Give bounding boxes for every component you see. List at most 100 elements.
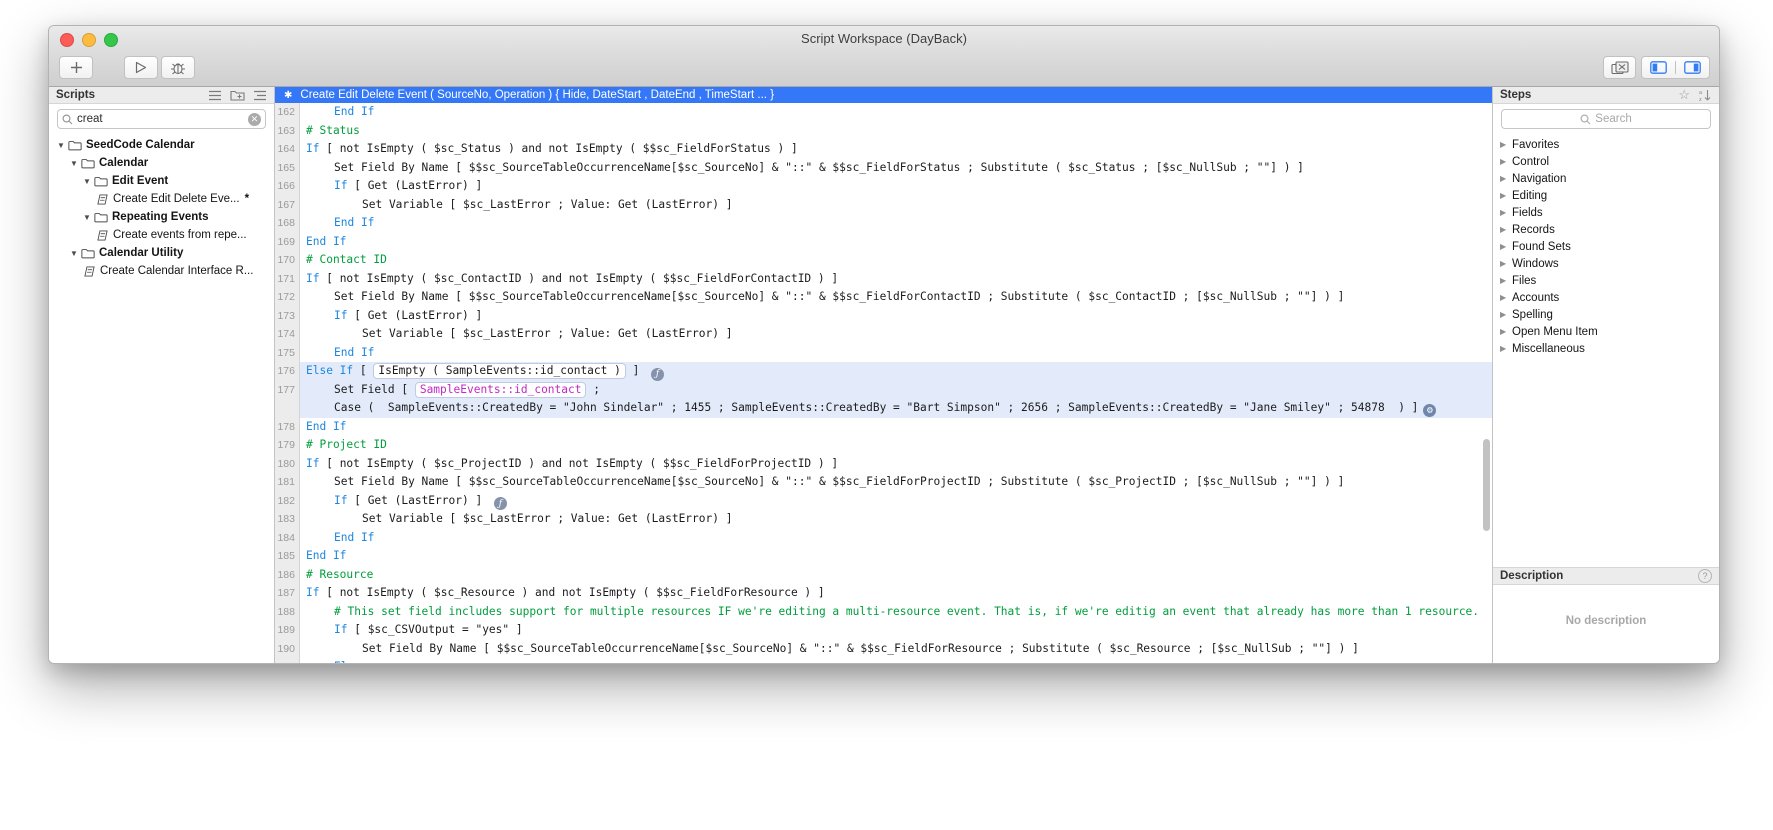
code-line[interactable]: Case ( SampleEvents::CreatedBy = "John S… [275, 399, 1492, 418]
steps-category-miscellaneous[interactable]: ▶Miscellaneous [1493, 340, 1719, 357]
code-line[interactable]: 172Set Field By Name [ $$sc_SourceTableO… [275, 288, 1492, 307]
code-line[interactable]: 179# Project ID [275, 436, 1492, 455]
steps-category-spelling[interactable]: ▶Spelling [1493, 306, 1719, 323]
steps-search-input[interactable]: Search [1501, 109, 1711, 129]
fx-calculation-icon[interactable]: ƒ [651, 368, 664, 381]
disclosure-triangle-icon[interactable]: ▼ [83, 177, 94, 186]
debug-script-button[interactable] [161, 56, 195, 79]
code-line[interactable]: 176Else If [ IsEmpty ( SampleEvents::id_… [275, 362, 1492, 381]
disclosure-triangle-icon[interactable]: ▶ [1500, 327, 1512, 336]
code-line[interactable]: 171If [ not IsEmpty ( $sc_ContactID ) an… [275, 270, 1492, 289]
tree-folder-item[interactable]: ▼SeedCode Calendar [49, 136, 274, 154]
code-line[interactable]: 191Else [275, 658, 1492, 663]
steps-category-fields[interactable]: ▶Fields [1493, 204, 1719, 221]
steps-category-navigation[interactable]: ▶Navigation [1493, 170, 1719, 187]
scripts-search-input[interactable]: creat ✕ [57, 109, 266, 129]
code-line[interactable]: 170# Contact ID [275, 251, 1492, 270]
disclosure-triangle-icon[interactable]: ▶ [1500, 225, 1512, 234]
script-tab[interactable]: ✱ Create Edit Delete Event ( SourceNo, O… [275, 87, 1492, 103]
disclosure-triangle-icon[interactable]: ▶ [1500, 276, 1512, 285]
code-line[interactable]: 187If [ not IsEmpty ( $sc_Resource ) and… [275, 584, 1492, 603]
toggle-right-pane-button[interactable] [1675, 61, 1709, 74]
close-button[interactable] [60, 33, 74, 47]
code-line[interactable]: 182If [ Get (LastError) ] ƒ [275, 492, 1492, 511]
manage-windows-button[interactable] [1603, 56, 1636, 79]
code-line[interactable]: 162End If [275, 103, 1492, 122]
new-script-button[interactable] [59, 56, 93, 79]
steps-category-favorites[interactable]: ▶Favorites [1493, 136, 1719, 153]
tree-folder-item[interactable]: ▼Calendar [49, 154, 274, 172]
steps-category-windows[interactable]: ▶Windows [1493, 255, 1719, 272]
disclosure-triangle-icon[interactable]: ▶ [1500, 208, 1512, 217]
code-line[interactable]: 180If [ not IsEmpty ( $sc_ProjectID ) an… [275, 455, 1492, 474]
code-line[interactable]: 165Set Field By Name [ $$sc_SourceTableO… [275, 159, 1492, 178]
fx-calculation-icon[interactable]: ƒ [494, 497, 507, 510]
disclosure-triangle-icon[interactable]: ▶ [1500, 140, 1512, 149]
code-line[interactable]: 188# This set field includes support for… [275, 603, 1492, 622]
disclosure-triangle-icon[interactable]: ▶ [1500, 310, 1512, 319]
minimize-button[interactable] [82, 33, 96, 47]
code-line[interactable]: 164If [ not IsEmpty ( $sc_Status ) and n… [275, 140, 1492, 159]
disclosure-triangle-icon[interactable]: ▶ [1500, 344, 1512, 353]
tree-folder-item[interactable]: ▼Repeating Events [49, 208, 274, 226]
scripts-panel: Scripts c [49, 87, 275, 663]
toggle-left-pane-button[interactable] [1642, 61, 1675, 74]
code-line[interactable]: 174Set Variable [ $sc_LastError ; Value:… [275, 325, 1492, 344]
title-bar[interactable]: Script Workspace (DayBack) [49, 26, 1719, 51]
code-line[interactable]: 181Set Field By Name [ $$sc_SourceTableO… [275, 473, 1492, 492]
steps-category-found-sets[interactable]: ▶Found Sets [1493, 238, 1719, 255]
list-view-icon[interactable] [208, 90, 222, 101]
help-icon[interactable]: ? [1698, 569, 1712, 583]
code-line[interactable]: 184End If [275, 529, 1492, 548]
zoom-button[interactable] [104, 33, 118, 47]
code-line[interactable]: 183Set Variable [ $sc_LastError ; Value:… [275, 510, 1492, 529]
code-line[interactable]: 186# Resource [275, 566, 1492, 585]
tree-script-item[interactable]: Create Calendar Interface R... [49, 262, 274, 280]
disclosure-triangle-icon[interactable]: ▼ [70, 249, 81, 258]
clear-search-icon[interactable]: ✕ [248, 113, 261, 126]
new-folder-icon[interactable] [230, 89, 245, 101]
code-line[interactable]: 168End If [275, 214, 1492, 233]
field-reference-box[interactable]: SampleEvents::id_contact [416, 383, 586, 397]
line-number: 163 [275, 122, 300, 141]
disclosure-triangle-icon[interactable]: ▶ [1500, 191, 1512, 200]
code-line[interactable]: 189If [ $sc_CSVOutput = "yes" ] [275, 621, 1492, 640]
code-line[interactable]: 169End If [275, 233, 1492, 252]
gear-options-icon[interactable]: ⚙ [1423, 404, 1436, 417]
disclosure-triangle-icon[interactable]: ▶ [1500, 157, 1512, 166]
tree-folder-item[interactable]: ▼Edit Event [49, 172, 274, 190]
code-line[interactable]: 178End If [275, 418, 1492, 437]
code-line[interactable]: 177Set Field [ SampleEvents::id_contact … [275, 381, 1492, 400]
code-line[interactable]: 163# Status [275, 122, 1492, 141]
disclosure-triangle-icon[interactable]: ▶ [1500, 174, 1512, 183]
code-line[interactable]: 185End If [275, 547, 1492, 566]
steps-category-records[interactable]: ▶Records [1493, 221, 1719, 238]
scripts-search-value: creat [77, 113, 103, 125]
collapse-all-icon[interactable] [253, 90, 267, 101]
disclosure-triangle-icon[interactable]: ▼ [70, 159, 81, 168]
code-line[interactable]: 190Set Field By Name [ $$sc_SourceTableO… [275, 640, 1492, 659]
steps-category-editing[interactable]: ▶Editing [1493, 187, 1719, 204]
steps-category-files[interactable]: ▶Files [1493, 272, 1719, 289]
favorites-star-icon[interactable]: ☆ [1678, 87, 1690, 103]
code-line[interactable]: 173If [ Get (LastError) ] [275, 307, 1492, 326]
steps-category-control[interactable]: ▶Control [1493, 153, 1719, 170]
calculation-box[interactable]: IsEmpty ( SampleEvents::id_contact ) [374, 364, 624, 378]
steps-category-open-menu-item[interactable]: ▶Open Menu Item [1493, 323, 1719, 340]
sort-az-icon[interactable]: a z [1698, 89, 1712, 102]
disclosure-triangle-icon[interactable]: ▶ [1500, 259, 1512, 268]
disclosure-triangle-icon[interactable]: ▶ [1500, 293, 1512, 302]
bug-icon [170, 61, 186, 75]
run-script-button[interactable] [124, 56, 158, 79]
tree-script-item[interactable]: Create Edit Delete Eve...* [49, 190, 274, 208]
disclosure-triangle-icon[interactable]: ▶ [1500, 242, 1512, 251]
disclosure-triangle-icon[interactable]: ▼ [83, 213, 94, 222]
tree-folder-item[interactable]: ▼Calendar Utility [49, 244, 274, 262]
code-line[interactable]: 166If [ Get (LastError) ] [275, 177, 1492, 196]
tree-script-item[interactable]: Create events from repe... [49, 226, 274, 244]
steps-category-accounts[interactable]: ▶Accounts [1493, 289, 1719, 306]
editor-scrollbar-thumb[interactable] [1483, 439, 1490, 531]
disclosure-triangle-icon[interactable]: ▼ [57, 141, 68, 150]
code-line[interactable]: 167Set Variable [ $sc_LastError ; Value:… [275, 196, 1492, 215]
code-line[interactable]: 175End If [275, 344, 1492, 363]
